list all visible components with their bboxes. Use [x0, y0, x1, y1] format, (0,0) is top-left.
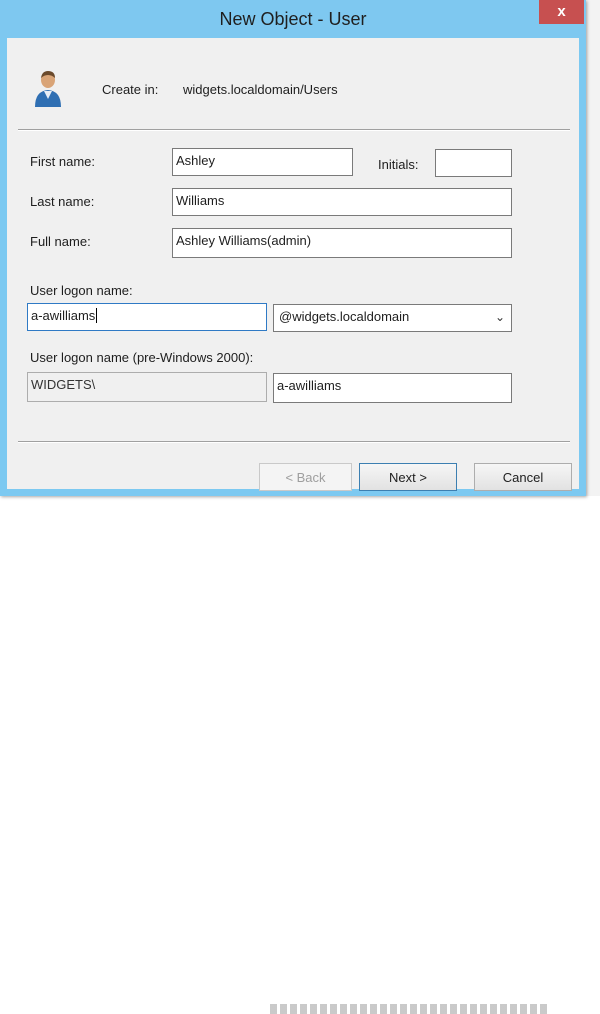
pre2000-user-field[interactable]: a-awilliams [273, 373, 512, 403]
domain-selected-value: @widgets.localdomain [279, 309, 410, 324]
separator-top [18, 129, 570, 131]
separator-bottom [18, 441, 570, 443]
chevron-down-icon[interactable]: ⌄ [495, 305, 505, 329]
last-name-label: Last name: [30, 194, 95, 209]
logon-name-label: User logon name: [30, 283, 133, 298]
window-title: New Object - User [219, 9, 367, 29]
logon-name-field[interactable]: a-awilliams [27, 303, 267, 331]
background-window-bottom [0, 496, 600, 1014]
create-in-value: widgets.localdomain/Users [183, 82, 338, 97]
first-name-field[interactable]: Ashley [172, 148, 353, 176]
first-name-label: First name: [30, 154, 96, 169]
cancel-button[interactable]: Cancel [474, 463, 572, 491]
domain-select[interactable]: @widgets.localdomain ⌄ [273, 304, 512, 332]
new-object-user-dialog: New Object - User x Create in: widgets.l… [0, 0, 586, 496]
user-icon [35, 71, 61, 107]
pre2000-domain-field: WIDGETS\ [27, 372, 267, 402]
full-name-field[interactable]: Ashley Williams(admin) [172, 228, 512, 258]
initials-field[interactable] [435, 149, 512, 177]
back-button[interactable]: < Back [259, 463, 352, 491]
logon-name-value: a-awilliams [31, 308, 96, 323]
pre2000-label: User logon name (pre-Windows 2000): [30, 350, 254, 365]
title-bar[interactable]: New Object - User x [0, 0, 586, 38]
close-button[interactable]: x [539, 0, 584, 24]
dialog-body: Create in: widgets.localdomain/Users Fir… [7, 38, 579, 491]
create-in-label: Create in: [102, 82, 159, 97]
full-name-label: Full name: [30, 234, 91, 249]
initials-label: Initials: [378, 157, 419, 172]
background-window-edge [586, 0, 600, 518]
last-name-field[interactable]: Williams [172, 188, 512, 216]
background-text-fragment [270, 1004, 550, 1014]
next-button[interactable]: Next > [359, 463, 457, 491]
text-cursor [96, 308, 98, 323]
